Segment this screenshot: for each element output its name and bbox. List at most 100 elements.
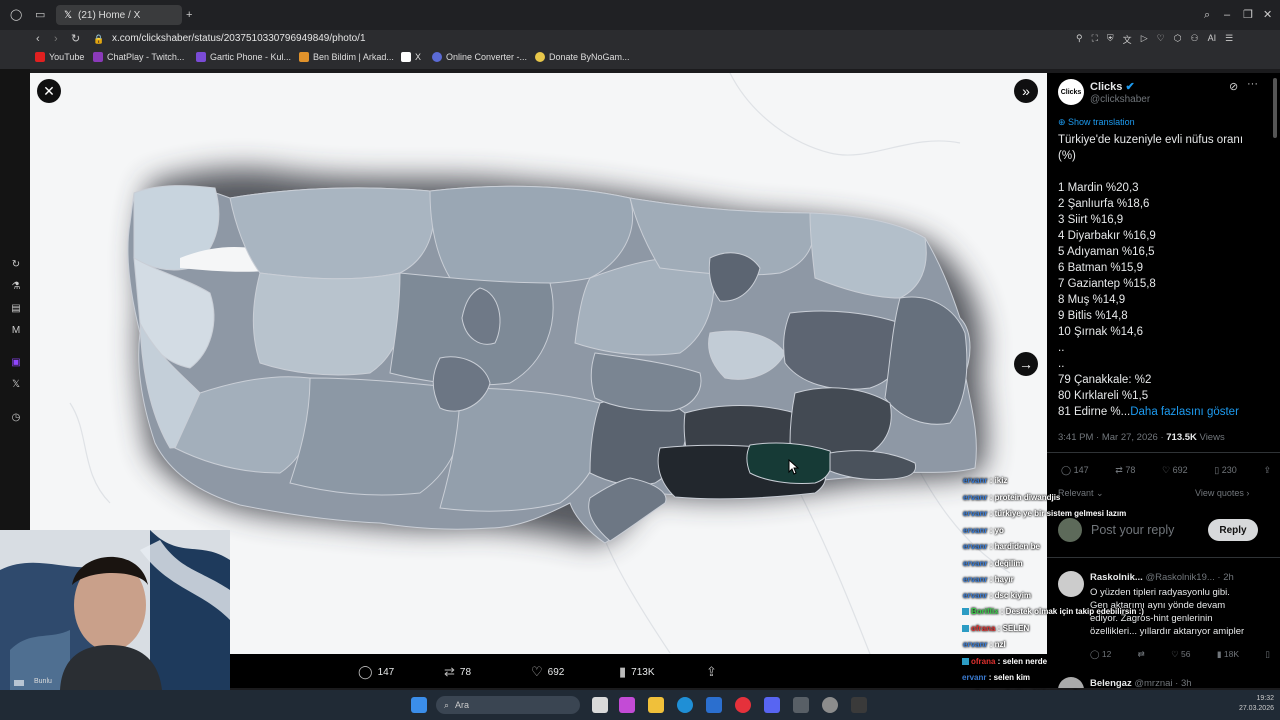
x-icon <box>401 52 411 62</box>
reply-stat[interactable]: ◯ 12 <box>1090 649 1111 660</box>
post-panel: Clicks Clicks ✔ @clickshaber ⊘ ··· ⊕ Sho… <box>1047 73 1280 688</box>
bookmark-stat[interactable]: ▯ <box>1265 649 1270 660</box>
repost-icon: ⇄ <box>444 664 455 679</box>
minimize-icon[interactable]: – <box>1224 9 1230 21</box>
more-options-icon[interactable]: ··· <box>1247 78 1258 90</box>
reply-button[interactable]: Reply <box>1208 519 1258 541</box>
bookmark-item[interactable]: Ben Bildim | Arkad... <box>299 52 394 62</box>
browser-tab-bar: ◯ ▭ 𝕏 (21) Home / X + ⌕ – ❐ ✕ <box>0 0 1280 30</box>
tab-overview-icon[interactable]: ▭ <box>35 9 45 21</box>
chat-text: : türkiye ye bir sistem gelmesi lazım <box>987 509 1127 518</box>
url-field[interactable]: x.com/clickshaber/status/203751033079694… <box>112 33 366 44</box>
post-list-item: .. <box>1058 342 1065 354</box>
twitch-icon[interactable]: ▣ <box>10 357 22 369</box>
post-last-line: 81 Edirne %...Daha fazlasını göster <box>1058 406 1239 418</box>
bookmark-item[interactable]: ChatPlay - Twitch... <box>93 52 184 62</box>
search-icon[interactable]: ⌕ <box>1204 9 1210 21</box>
author-name[interactable]: Clicks ✔ <box>1090 80 1135 93</box>
new-tab-icon[interactable]: + <box>186 9 192 21</box>
menu-icon[interactable]: ☰ <box>1225 33 1233 45</box>
messenger-icon[interactable]: M <box>10 325 22 337</box>
avatar[interactable]: Clicks <box>1058 79 1084 105</box>
expand-panel-icon[interactable]: » <box>1014 79 1038 103</box>
reply-avatar[interactable] <box>1058 571 1084 597</box>
repost-stat[interactable]: ⇄ <box>1138 649 1145 660</box>
back-icon[interactable]: ‹ <box>36 33 40 45</box>
close-window-icon[interactable]: ✕ <box>1263 9 1272 21</box>
repost-action[interactable]: ⇄ 78 <box>444 664 471 680</box>
post-list: 1 Mardin %20,3 2 Şanlıurfa %18,6 3 Siirt %… <box>1058 180 1278 404</box>
app-icon[interactable] <box>851 697 867 713</box>
edge-icon[interactable] <box>677 697 693 713</box>
snapshot-icon[interactable]: ⛶ <box>1092 33 1098 45</box>
play-icon[interactable]: ▷ <box>1141 33 1148 45</box>
view-quotes-link[interactable]: View quotes › <box>1195 488 1249 498</box>
taskbar-search[interactable]: ⌕ Ara <box>436 696 580 714</box>
bookmark-item[interactable]: YouTube <box>35 52 84 62</box>
grok-icon[interactable]: ⊘ <box>1229 80 1238 93</box>
opera-icon[interactable] <box>735 697 751 713</box>
chat-message: ervanr : yo <box>963 526 1004 535</box>
views-stat[interactable]: ▮ 18K <box>1217 649 1239 660</box>
profile-icon[interactable]: ⚇ <box>1191 33 1199 45</box>
discord-icon[interactable] <box>764 697 780 713</box>
chat-message: ervanr : hardiden be <box>963 542 1040 551</box>
shield-icon[interactable]: ⛨ <box>1107 33 1114 45</box>
reply-action[interactable]: ◯ 147 <box>358 664 394 680</box>
like-stat[interactable]: ♡ 56 <box>1171 649 1190 660</box>
bookmark-item[interactable]: Donate ByNoGam... <box>535 52 630 62</box>
file-explorer-icon[interactable] <box>648 697 664 713</box>
post-list-item: .. <box>1058 358 1065 370</box>
reply-input[interactable]: Post your reply <box>1091 523 1174 537</box>
clock-icon[interactable]: ◷ <box>10 412 22 424</box>
reply-stats: ◯ 12 ⇄ ♡ 56 ▮ 18K ▯ <box>1090 649 1270 660</box>
bookmark-stat[interactable]: ▯ 230 <box>1214 465 1236 476</box>
reload-icon[interactable]: ↻ <box>71 33 80 45</box>
close-icon[interactable]: ✕ <box>37 79 61 103</box>
tab-home-x[interactable]: 𝕏 (21) Home / X <box>56 5 182 25</box>
scrollbar[interactable] <box>1273 78 1277 138</box>
show-more-link[interactable]: Daha fazlasını göster <box>1130 406 1239 418</box>
restore-icon[interactable]: ❐ <box>1243 9 1253 21</box>
forward-icon[interactable]: › <box>54 33 58 45</box>
chat-text: : değilim <box>987 559 1023 568</box>
show-translation-link[interactable]: ⊕ Show translation <box>1058 117 1135 128</box>
store-icon[interactable] <box>706 697 722 713</box>
opera-logo-icon[interactable]: ◯ <box>10 9 22 21</box>
history-icon[interactable]: ↻ <box>10 259 22 271</box>
like-action[interactable]: ♡ 692 <box>531 664 564 680</box>
tab-title: (21) Home / X <box>78 9 141 21</box>
copilot-icon[interactable] <box>619 697 635 713</box>
reply-header: Raskolnik... @Raskolnik19... · 2h <box>1090 572 1234 583</box>
views-action[interactable]: ▮ 713K <box>619 664 655 680</box>
next-photo-icon[interactable]: → <box>1014 352 1038 376</box>
pin-icon[interactable]: ⚲ <box>1076 33 1083 45</box>
clock[interactable]: 19:32 27.03.2026 <box>1228 694 1274 714</box>
x-sidebar-icon[interactable]: 𝕏 <box>10 379 22 391</box>
windows-start-icon[interactable] <box>411 697 427 713</box>
sort-relevant-dropdown[interactable]: Relevant ⌄ <box>1058 488 1104 499</box>
share-icon[interactable]: ⇪ <box>1263 465 1271 476</box>
bookmark-item[interactable]: Online Converter -... <box>432 52 527 62</box>
chat-badge-icon <box>962 608 969 616</box>
heart-icon[interactable]: ♡ <box>1157 33 1165 45</box>
notes-icon[interactable]: ▤ <box>10 303 22 315</box>
obs-icon[interactable] <box>822 697 838 713</box>
ai-icon[interactable]: AI <box>1208 33 1217 45</box>
reply-avatar[interactable] <box>1058 677 1084 688</box>
chat-username: ervanr <box>963 559 988 568</box>
bookmark-item[interactable]: X <box>401 52 421 62</box>
reply-stat[interactable]: ◯ 147 <box>1061 465 1089 476</box>
share-action[interactable]: ⇪ <box>706 664 722 680</box>
aria-icon[interactable]: ⚗ <box>10 281 22 293</box>
bookmark-item[interactable]: Gartic Phone - Kul... <box>196 52 291 62</box>
author-handle[interactable]: @clickshaber <box>1090 94 1150 105</box>
chat-username: ervanr <box>963 542 988 551</box>
repost-stat[interactable]: ⇄ 78 <box>1115 465 1135 476</box>
steam-icon[interactable] <box>793 697 809 713</box>
translate-icon[interactable]: 文 <box>1123 33 1132 45</box>
task-view-icon[interactable] <box>592 697 608 713</box>
chat-message: ervanr : protein diwandjis <box>963 493 1060 502</box>
extensions-icon[interactable]: ⬡ <box>1174 33 1182 45</box>
like-stat[interactable]: ♡ 692 <box>1162 465 1188 476</box>
